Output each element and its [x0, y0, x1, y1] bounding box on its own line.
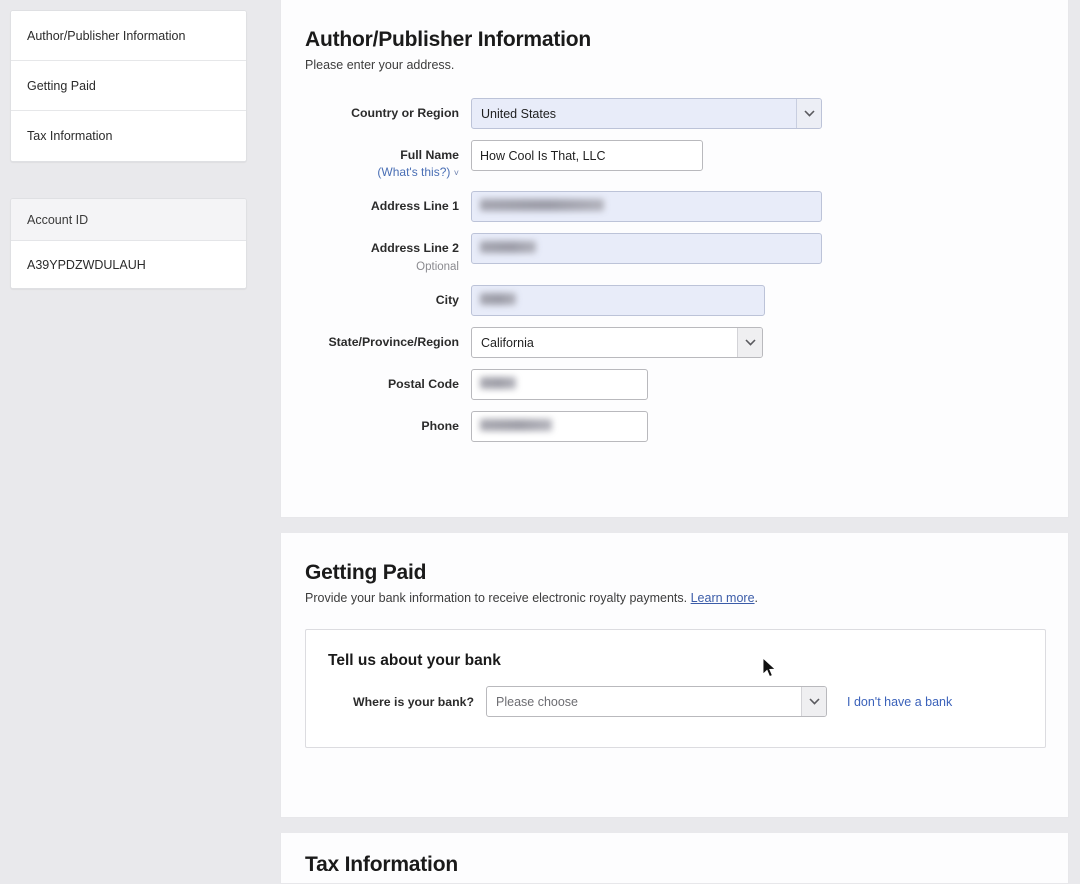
sidebar-item-getting-paid[interactable]: Getting Paid [11, 61, 246, 111]
address-line-2-label: Address Line 2 Optional [305, 233, 471, 274]
address-line-2-label-text: Address Line 2 [371, 241, 459, 255]
mouse-cursor [762, 657, 778, 684]
address-line-1-label: Address Line 1 [305, 191, 471, 214]
account-id-header: Account ID [11, 199, 246, 241]
redacted-value [480, 293, 516, 305]
sidebar-item-label: Author/Publisher Information [27, 29, 185, 43]
bank-country-select-placeholder: Please choose [496, 687, 792, 718]
page-title: Author/Publisher Information [305, 28, 1042, 52]
country-select[interactable]: United States [471, 98, 822, 129]
tax-information-panel: Tax Information [280, 833, 1069, 884]
chevron-down-icon: ˅ [454, 168, 459, 178]
full-name-label-text: Full Name [400, 148, 459, 162]
redacted-value [480, 419, 552, 431]
field-row-where-is-your-bank: Where is your bank? Please choose I don'… [328, 686, 1023, 717]
state-select-value: California [481, 328, 728, 359]
sidebar-item-author-publisher-information[interactable]: Author/Publisher Information [11, 11, 246, 61]
account-id-value: A39YPDZWDULAUH [11, 241, 246, 288]
page-subtitle: Please enter your address. [305, 58, 1042, 72]
whats-this-text: (What's this?) [377, 165, 450, 179]
field-row-address-line-2: Address Line 2 Optional [305, 233, 1042, 274]
field-row-postal-code: Postal Code [305, 369, 1042, 400]
field-row-city: City [305, 285, 1042, 316]
field-row-full-name: Full Name (What's this?) ˅ [305, 140, 1042, 180]
chevron-down-icon [737, 328, 762, 357]
field-row-country: Country or Region United States [305, 98, 1042, 129]
getting-paid-subtitle-period: . [755, 591, 758, 605]
getting-paid-subtitle-text: Provide your bank information to receive… [305, 591, 691, 605]
chevron-down-icon [801, 687, 826, 716]
redacted-value [480, 377, 516, 389]
field-row-address-line-1: Address Line 1 [305, 191, 1042, 222]
page-root: Author/Publisher Information Getting Pai… [0, 0, 1080, 884]
sidebar-nav-card: Author/Publisher Information Getting Pai… [10, 10, 247, 162]
sidebar-item-label: Getting Paid [27, 79, 96, 93]
sidebar: Author/Publisher Information Getting Pai… [10, 10, 247, 289]
full-name-label: Full Name (What's this?) ˅ [305, 140, 471, 180]
account-id-card: Account ID A39YPDZWDULAUH [10, 198, 247, 289]
country-select-value: United States [481, 99, 787, 130]
full-name-input[interactable] [471, 140, 703, 171]
learn-more-link[interactable]: Learn more [691, 591, 755, 605]
bank-info-card: Tell us about your bank Where is your ba… [305, 629, 1046, 748]
where-is-your-bank-label: Where is your bank? [328, 695, 486, 709]
sidebar-item-label: Tax Information [27, 129, 112, 143]
getting-paid-subtitle: Provide your bank information to receive… [305, 591, 1042, 605]
author-publisher-panel: Author/Publisher Information Please ente… [280, 0, 1069, 518]
field-row-state: State/Province/Region California [305, 327, 1042, 358]
redacted-value [480, 199, 604, 211]
bank-card-title: Tell us about your bank [328, 652, 1023, 670]
state-select[interactable]: California [471, 327, 763, 358]
getting-paid-panel: Getting Paid Provide your bank informati… [280, 533, 1069, 818]
postal-code-label: Postal Code [305, 369, 471, 392]
redacted-value [480, 241, 536, 253]
whats-this-link[interactable]: (What's this?) ˅ [305, 165, 459, 180]
bank-country-select[interactable]: Please choose [486, 686, 827, 717]
no-bank-link[interactable]: I don't have a bank [847, 695, 952, 709]
phone-label: Phone [305, 411, 471, 434]
tax-information-title: Tax Information [305, 853, 1042, 877]
address-line-2-optional-note: Optional [305, 260, 459, 274]
country-label: Country or Region [305, 98, 471, 121]
city-label: City [305, 285, 471, 308]
state-label: State/Province/Region [305, 327, 471, 350]
getting-paid-title: Getting Paid [305, 561, 1042, 585]
chevron-down-icon [796, 99, 821, 128]
field-row-phone: Phone [305, 411, 1042, 442]
sidebar-item-tax-information[interactable]: Tax Information [11, 111, 246, 161]
